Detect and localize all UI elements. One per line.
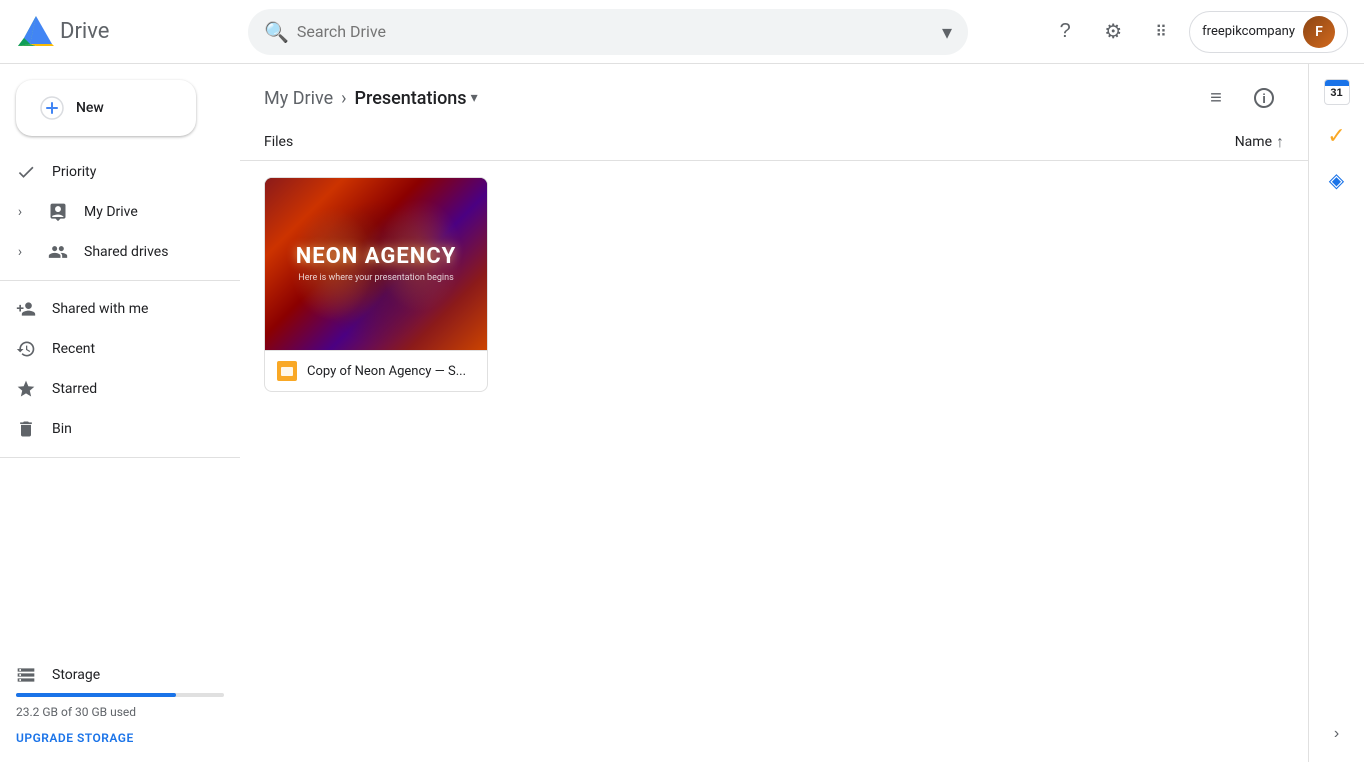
drive-logo-icon xyxy=(16,12,56,52)
slides-icon xyxy=(277,361,297,381)
files-grid: NEON AGENCY Here is where your presentat… xyxy=(240,161,1308,762)
sidebar-item-my-drive[interactable]: › My Drive xyxy=(0,192,224,232)
settings-button[interactable]: ⚙ xyxy=(1093,12,1133,52)
expand-icon[interactable]: › xyxy=(8,200,32,224)
file-card[interactable]: NEON AGENCY Here is where your presentat… xyxy=(264,177,488,392)
file-thumbnail: NEON AGENCY Here is where your presentat… xyxy=(265,178,487,350)
storage-bar xyxy=(16,693,224,697)
settings-icon: ⚙ xyxy=(1104,19,1122,44)
sidebar-item-recent[interactable]: Recent xyxy=(0,329,224,369)
priority-icon xyxy=(16,162,36,182)
shared-with-me-icon xyxy=(16,299,36,319)
files-section-label: Files xyxy=(264,134,293,150)
thumbnail-text: NEON AGENCY Here is where your presentat… xyxy=(296,245,457,283)
tasks-button[interactable]: ✓ xyxy=(1317,116,1357,156)
file-card-footer: Copy of Neon Agency — S... xyxy=(265,350,487,391)
storage-section: Storage 23.2 GB of 30 GB used UPGRADE ST… xyxy=(0,649,240,754)
logo-area: Drive xyxy=(16,12,236,52)
keep-button[interactable]: ◈ xyxy=(1317,160,1357,200)
my-drive-icon xyxy=(48,202,68,222)
breadcrumb: My Drive › Presentations ▾ xyxy=(264,88,478,109)
help-button[interactable]: ? xyxy=(1045,12,1085,52)
breadcrumb-separator: › xyxy=(341,88,346,109)
slides-icon-inner xyxy=(281,367,293,376)
new-button-label: New xyxy=(76,100,104,116)
sidebar-divider-2 xyxy=(0,457,240,458)
sidebar: New Priority › My Drive › xyxy=(0,64,240,762)
plus-icon xyxy=(40,96,64,120)
keep-icon: ◈ xyxy=(1329,168,1344,193)
bin-icon xyxy=(16,419,36,439)
sidebar-item-label: My Drive xyxy=(84,204,138,220)
thumbnail-subtitle: Here is where your presentation begins xyxy=(296,273,457,283)
thumbnail-title: NEON AGENCY xyxy=(296,245,457,269)
calendar-icon: 31 xyxy=(1324,79,1350,105)
main-layout: New Priority › My Drive › xyxy=(0,64,1364,762)
storage-bar-fill xyxy=(16,693,176,697)
sidebar-item-shared-drives[interactable]: › Shared drives xyxy=(0,232,224,272)
dropdown-chevron-icon: ▾ xyxy=(471,90,478,106)
expand-sidebar-button[interactable]: › xyxy=(1317,714,1357,754)
content-actions: ≡ i xyxy=(1196,78,1284,118)
calendar-date: 31 xyxy=(1330,86,1342,101)
sort-label: Name xyxy=(1235,134,1272,150)
storage-text: Storage xyxy=(52,667,100,683)
sidebar-item-label: Bin xyxy=(52,421,72,437)
starred-icon xyxy=(16,379,36,399)
breadcrumb-parent[interactable]: My Drive xyxy=(264,88,333,109)
upgrade-storage-link[interactable]: UPGRADE STORAGE xyxy=(16,731,134,745)
sort-direction-icon: ↑ xyxy=(1276,132,1284,152)
search-input[interactable] xyxy=(297,22,934,41)
list-view-icon: ≡ xyxy=(1210,87,1222,110)
calendar-button[interactable]: 31 xyxy=(1317,72,1357,112)
sidebar-item-label: Shared with me xyxy=(52,301,148,317)
sidebar-item-starred[interactable]: Starred xyxy=(0,369,224,409)
sidebar-item-shared-with-me[interactable]: Shared with me xyxy=(0,289,224,329)
new-button[interactable]: New xyxy=(16,80,196,136)
expand-icon[interactable]: › xyxy=(8,240,32,264)
file-list-header: Files Name ↑ xyxy=(240,124,1308,161)
info-icon: i xyxy=(1254,88,1274,108)
expand-icon: › xyxy=(1334,725,1339,743)
info-button[interactable]: i xyxy=(1244,78,1284,118)
recent-icon xyxy=(16,339,36,359)
search-bar[interactable]: 🔍 ▾ xyxy=(248,9,968,55)
sidebar-item-label: Shared drives xyxy=(84,244,168,260)
brand-name-label: freepikcompany xyxy=(1202,24,1295,39)
storage-used-text: 23.2 GB of 30 GB used xyxy=(16,705,224,719)
breadcrumb-current[interactable]: Presentations ▾ xyxy=(355,88,478,109)
grid-icon: ⠿ xyxy=(1155,22,1167,42)
apps-button[interactable]: ⠿ xyxy=(1141,12,1181,52)
breadcrumb-bar: My Drive › Presentations ▾ ≡ i xyxy=(240,64,1308,124)
sidebar-item-label: Starred xyxy=(52,381,97,397)
sidebar-divider xyxy=(0,280,240,281)
header: Drive 🔍 ▾ ? ⚙ ⠿ freepikcompany F xyxy=(0,0,1364,64)
sidebar-item-label: Recent xyxy=(52,341,95,357)
file-name: Copy of Neon Agency — S... xyxy=(307,364,466,379)
storage-icon xyxy=(16,665,36,685)
sort-control[interactable]: Name ↑ xyxy=(1235,132,1284,152)
search-icon: 🔍 xyxy=(264,20,289,44)
search-chevron-icon[interactable]: ▾ xyxy=(942,20,952,44)
list-view-button[interactable]: ≡ xyxy=(1196,78,1236,118)
account-area[interactable]: freepikcompany F xyxy=(1189,11,1348,53)
content-area: My Drive › Presentations ▾ ≡ i Files Nam xyxy=(240,64,1308,762)
tasks-icon: ✓ xyxy=(1327,123,1345,149)
storage-label: Storage xyxy=(16,665,224,685)
breadcrumb-current-label: Presentations xyxy=(355,88,467,109)
app-title: Drive xyxy=(60,19,109,44)
shared-drives-icon xyxy=(48,242,68,262)
help-icon: ? xyxy=(1060,20,1071,43)
sidebar-item-label: Priority xyxy=(52,164,96,180)
right-sidebar: 31 ✓ ◈ › xyxy=(1308,64,1364,762)
header-actions: ? ⚙ ⠿ freepikcompany F xyxy=(1045,11,1348,53)
sidebar-item-priority[interactable]: Priority xyxy=(0,152,224,192)
sidebar-item-bin[interactable]: Bin xyxy=(0,409,224,449)
avatar: F xyxy=(1303,16,1335,48)
